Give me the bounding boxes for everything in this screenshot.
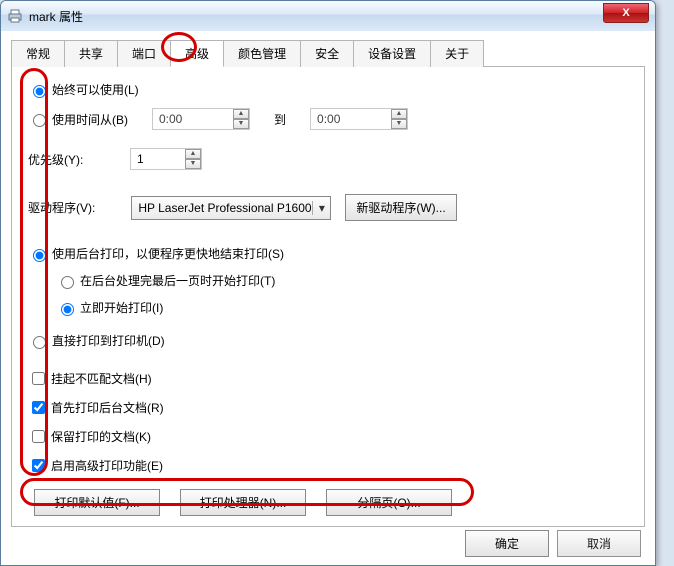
label-start-after-last: 在后台处理完最后一页时开始打印(T) — [80, 272, 275, 289]
dialog-footer: 确定 取消 — [465, 530, 641, 557]
label-hold-mismatch: 挂起不匹配文档(H) — [51, 370, 152, 387]
radio-available-from[interactable] — [33, 114, 46, 127]
tab-strip: 常规 共享 端口 高级 颜色管理 安全 设备设置 关于 — [11, 39, 645, 67]
label-start-immediately: 立即开始打印(I) — [80, 299, 163, 316]
separator-page-button[interactable]: 分隔页(O)... — [326, 489, 452, 516]
check-keep-documents[interactable] — [32, 430, 45, 443]
close-button[interactable]: X — [603, 3, 649, 23]
radio-spool[interactable] — [33, 249, 46, 262]
print-processor-button[interactable]: 打印处理器(N)... — [180, 489, 306, 516]
driver-select[interactable]: HP LaserJet Professional P1600 ▾ — [131, 196, 331, 220]
time-to-value: 0:00 — [311, 112, 391, 126]
priority-input[interactable]: 1 ▲▼ — [130, 148, 202, 170]
tab-device-settings[interactable]: 设备设置 — [353, 40, 431, 67]
priority-spinner[interactable]: ▲▼ — [185, 149, 201, 169]
tab-about[interactable]: 关于 — [430, 40, 484, 67]
ok-button[interactable]: 确定 — [465, 530, 549, 557]
radio-start-immediately[interactable] — [61, 303, 74, 316]
tab-general[interactable]: 常规 — [11, 40, 65, 67]
radio-start-after-last[interactable] — [61, 276, 74, 289]
time-from-spinner[interactable]: ▲▼ — [233, 109, 249, 129]
client-area: 常规 共享 端口 高级 颜色管理 安全 设备设置 关于 始终可以使用(L) 使用… — [1, 31, 655, 537]
label-print-direct: 直接打印到打印机(D) — [52, 332, 165, 349]
label-spool: 使用后台打印，以便程序更快地结束打印(S) — [52, 245, 284, 262]
check-advanced-features[interactable] — [32, 459, 45, 472]
bottom-button-row: 打印默认值(F)... 打印处理器(N)... 分隔页(O)... — [34, 489, 452, 516]
label-available-from: 使用时间从(B) — [52, 111, 128, 128]
priority-value: 1 — [131, 152, 185, 166]
time-to-spinner[interactable]: ▲▼ — [391, 109, 407, 129]
check-hold-mismatch[interactable] — [32, 372, 45, 385]
printing-defaults-button[interactable]: 打印默认值(F)... — [34, 489, 160, 516]
label-always-available: 始终可以使用(L) — [52, 81, 139, 98]
tab-advanced[interactable]: 高级 — [170, 40, 224, 67]
tab-panel-advanced: 始终可以使用(L) 使用时间从(B) 0:00 ▲▼ 到 0:00 ▲▼ 优先级… — [11, 67, 645, 527]
tab-color-management[interactable]: 颜色管理 — [223, 40, 301, 67]
label-print-spooled-first: 首先打印后台文档(R) — [51, 399, 164, 416]
label-advanced-features: 启用高级打印功能(E) — [51, 457, 163, 474]
chevron-down-icon: ▾ — [312, 201, 330, 215]
titlebar: mark 属性 X — [1, 1, 655, 31]
properties-window: mark 属性 X 常规 共享 端口 高级 颜色管理 安全 设备设置 关于 始终… — [0, 0, 656, 566]
window-title: mark 属性 — [29, 8, 83, 25]
tab-ports[interactable]: 端口 — [117, 40, 171, 67]
label-priority: 优先级(Y): — [28, 151, 94, 168]
tab-security[interactable]: 安全 — [300, 40, 354, 67]
check-print-spooled-first[interactable] — [32, 401, 45, 414]
label-to: 到 — [274, 111, 286, 128]
new-driver-button[interactable]: 新驱动程序(W)... — [345, 194, 456, 221]
driver-selected: HP LaserJet Professional P1600 — [132, 201, 312, 215]
time-from-input[interactable]: 0:00 ▲▼ — [152, 108, 250, 130]
radio-print-direct[interactable] — [33, 336, 46, 349]
time-from-value: 0:00 — [153, 112, 233, 126]
cancel-button[interactable]: 取消 — [557, 530, 641, 557]
tab-sharing[interactable]: 共享 — [64, 40, 118, 67]
radio-always-available[interactable] — [33, 85, 46, 98]
printer-icon — [7, 8, 23, 24]
label-driver: 驱动程序(V): — [28, 199, 95, 216]
label-keep-documents: 保留打印的文档(K) — [51, 428, 151, 445]
time-to-input[interactable]: 0:00 ▲▼ — [310, 108, 408, 130]
